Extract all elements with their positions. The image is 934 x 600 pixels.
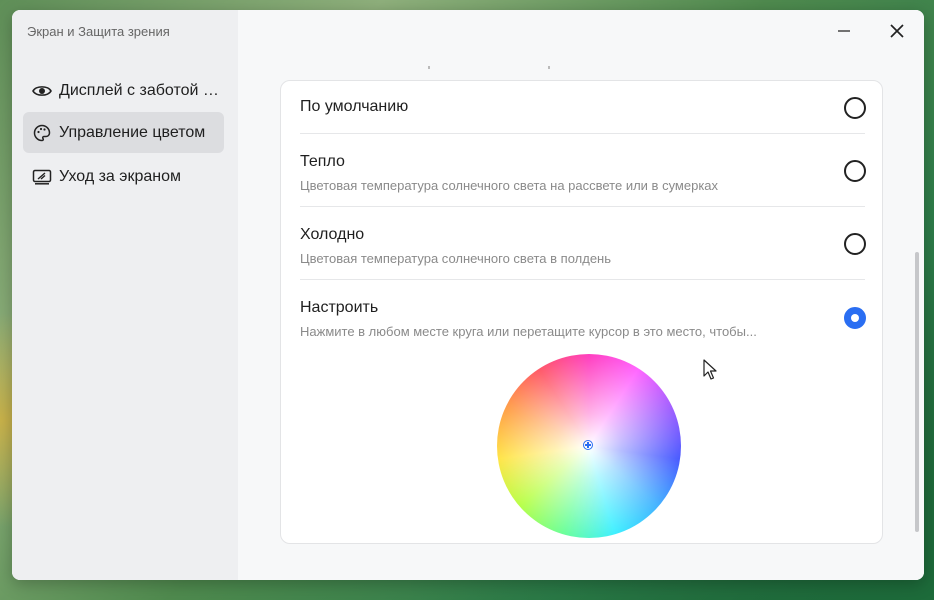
eye-icon xyxy=(32,81,52,101)
color-wheel[interactable] xyxy=(497,354,681,538)
option-cool[interactable]: Холодно Цветовая температура солнечного … xyxy=(300,226,865,266)
color-picker-handle[interactable] xyxy=(583,440,593,450)
sidebar-item-label: Уход за экраном xyxy=(59,167,181,185)
sidebar-item-eye-care-display[interactable]: Дисплей с заботой о... xyxy=(23,70,224,111)
main-content: По умолчанию Тепло Цветовая температура … xyxy=(238,10,924,580)
option-title: Настроить xyxy=(300,299,379,316)
scrollbar[interactable] xyxy=(915,252,919,532)
radio-warm[interactable] xyxy=(844,160,866,182)
divider xyxy=(300,206,865,207)
close-button[interactable] xyxy=(882,18,912,44)
option-title: Тепло xyxy=(300,153,345,170)
sidebar-item-label: Дисплей с заботой о... xyxy=(59,81,224,99)
divider xyxy=(300,133,865,134)
color-mode-card: По умолчанию Тепло Цветовая температура … xyxy=(280,80,883,544)
minimize-button[interactable] xyxy=(829,18,859,44)
divider xyxy=(300,279,865,280)
minimize-icon xyxy=(838,30,850,32)
mouse-cursor-icon xyxy=(703,359,717,380)
sidebar-item-color-management[interactable]: Управление цветом xyxy=(23,112,224,153)
palette-icon xyxy=(32,123,52,143)
option-default[interactable]: По умолчанию xyxy=(300,98,865,116)
sidebar-item-label: Управление цветом xyxy=(59,123,206,141)
radio-custom[interactable] xyxy=(844,307,866,329)
option-title: Холодно xyxy=(300,226,365,243)
scrolled-content-fragment xyxy=(388,66,618,69)
radio-default[interactable] xyxy=(844,97,866,119)
option-title: По умолчанию xyxy=(300,98,409,115)
option-description: Цветовая температура солнечного света на… xyxy=(300,178,719,193)
app-window: Экран и Защита зрения Дисплей с заботой … xyxy=(12,10,924,580)
option-description: Цветовая температура солнечного света в … xyxy=(300,251,611,266)
radio-cool[interactable] xyxy=(844,233,866,255)
option-description: Нажмите в любом месте круга или перетащи… xyxy=(300,324,757,339)
option-warm[interactable]: Тепло Цветовая температура солнечного св… xyxy=(300,153,865,193)
close-icon xyxy=(890,24,904,38)
app-title: Экран и Защита зрения xyxy=(27,24,170,39)
sidebar-item-screen-care[interactable]: Уход за экраном xyxy=(23,156,224,197)
sidebar: Экран и Защита зрения Дисплей с заботой … xyxy=(12,10,238,580)
screen-care-icon xyxy=(32,167,52,187)
option-custom[interactable]: Настроить Нажмите в любом месте круга ил… xyxy=(300,299,865,339)
